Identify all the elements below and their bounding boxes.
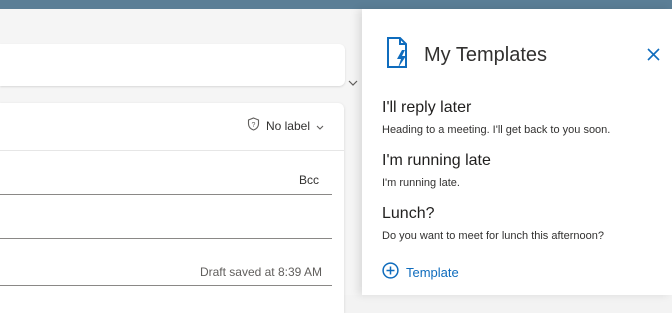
template-doc-icon: [386, 37, 412, 74]
sensitivity-label-text: No label: [265, 118, 310, 133]
template-item[interactable]: I'll reply later Heading to a meeting. I…: [382, 99, 610, 136]
compose-area: ? No label Bcc Draft saved at 8:39 AM: [0, 9, 362, 313]
add-template-label: Template: [406, 264, 459, 280]
templates-panel: My Templates I'll reply later Heading to…: [362, 9, 672, 295]
compose-card: ? No label Bcc Draft saved at 8:39 AM: [0, 103, 344, 313]
bcc-button[interactable]: Bcc: [299, 173, 319, 187]
sensitivity-label-button[interactable]: ? No label: [247, 117, 324, 134]
close-icon[interactable]: [644, 45, 662, 63]
panel-title: My Templates: [424, 44, 548, 66]
add-template-button[interactable]: Template: [382, 262, 459, 282]
app-top-bar: [0, 0, 672, 9]
add-circle-icon: [382, 262, 399, 282]
draft-status: Draft saved at 8:39 AM: [199, 265, 322, 279]
chevron-down-icon: [316, 119, 324, 133]
panel-header: My Templates: [386, 37, 547, 74]
template-item[interactable]: I'm running late I'm running late.: [382, 152, 491, 189]
to-field-underline[interactable]: [0, 194, 332, 195]
svg-text:?: ?: [252, 122, 256, 129]
template-title: I'll reply later: [382, 99, 472, 116]
subject-field-underline[interactable]: [0, 285, 332, 286]
subject-field[interactable]: [0, 44, 345, 86]
shield-label-icon: ?: [247, 117, 260, 134]
cc-field-underline[interactable]: [0, 238, 332, 239]
divider: [0, 150, 344, 151]
template-body: I'm running late.: [382, 177, 460, 189]
template-body: Heading to a meeting. I'll get back to y…: [382, 124, 611, 136]
template-body: Do you want to meet for lunch this after…: [382, 230, 604, 242]
template-title: Lunch?: [382, 205, 435, 222]
chevron-down-icon[interactable]: [347, 77, 359, 89]
template-item[interactable]: Lunch? Do you want to meet for lunch thi…: [382, 205, 604, 242]
template-title: I'm running late: [382, 152, 491, 169]
